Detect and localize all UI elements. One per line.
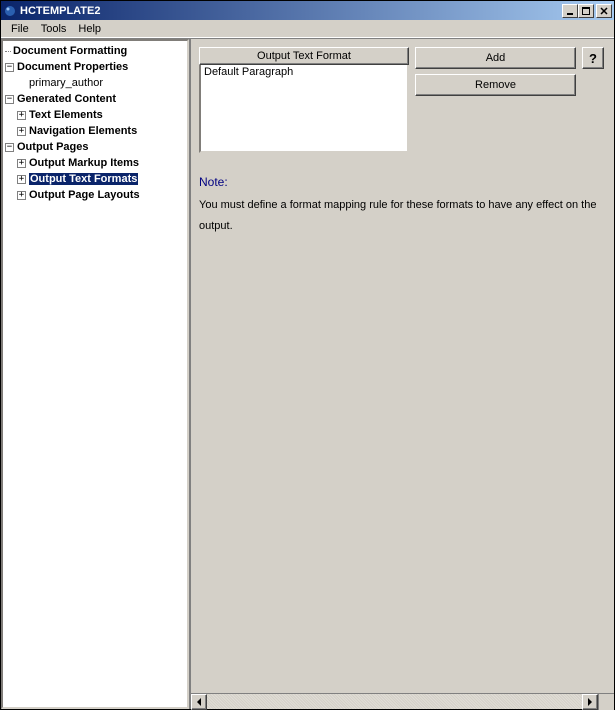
maximize-button[interactable] bbox=[578, 4, 594, 18]
minimize-button[interactable] bbox=[562, 4, 578, 18]
resize-grip[interactable] bbox=[598, 694, 614, 710]
tree-item-output-page-layouts[interactable]: + Output Page Layouts bbox=[3, 187, 187, 203]
tree-item-primary-author[interactable]: primary_author bbox=[3, 75, 187, 91]
tree-item-output-markup-items[interactable]: + Output Markup Items bbox=[3, 155, 187, 171]
menubar: File Tools Help bbox=[1, 20, 614, 38]
tree-item-generated-content[interactable]: − Generated Content bbox=[3, 91, 187, 107]
tree-label: Document Formatting bbox=[13, 45, 127, 57]
tree-label: primary_author bbox=[29, 77, 103, 89]
window-buttons bbox=[562, 4, 612, 18]
window-title: HCTEMPLATE2 bbox=[20, 5, 562, 17]
tree-item-navigation-elements[interactable]: + Navigation Elements bbox=[3, 123, 187, 139]
tree-label: Output Pages bbox=[17, 141, 89, 153]
scroll-right-button[interactable] bbox=[582, 694, 598, 710]
list-body[interactable]: Default Paragraph bbox=[199, 65, 409, 153]
expand-icon[interactable]: + bbox=[17, 159, 26, 168]
app-icon bbox=[3, 4, 17, 18]
menu-file[interactable]: File bbox=[5, 21, 35, 37]
tree-item-text-elements[interactable]: + Text Elements bbox=[3, 107, 187, 123]
menu-help[interactable]: Help bbox=[72, 21, 107, 37]
scroll-left-button[interactable] bbox=[191, 694, 207, 710]
content-pane: Output Text Format Default Paragraph Add… bbox=[191, 39, 614, 709]
horizontal-scrollbar[interactable] bbox=[191, 693, 614, 709]
tree-label: Text Elements bbox=[29, 109, 103, 121]
collapse-icon[interactable]: − bbox=[5, 63, 14, 72]
expand-icon[interactable]: + bbox=[17, 127, 26, 136]
note-block: Note: You must define a format mapping r… bbox=[199, 175, 604, 237]
collapse-icon[interactable]: − bbox=[5, 143, 14, 152]
body-area: Document Formatting − Document Propertie… bbox=[1, 38, 614, 709]
close-button[interactable] bbox=[596, 4, 612, 18]
collapse-icon[interactable]: − bbox=[5, 95, 14, 104]
tree-item-document-properties[interactable]: − Document Properties bbox=[3, 59, 187, 75]
tree-label: Output Page Layouts bbox=[29, 189, 140, 201]
format-list: Output Text Format Default Paragraph bbox=[199, 47, 409, 153]
tree-label: Generated Content bbox=[17, 93, 116, 105]
tree-view[interactable]: Document Formatting − Document Propertie… bbox=[1, 39, 189, 709]
tree-item-output-pages[interactable]: − Output Pages bbox=[3, 139, 187, 155]
remove-button[interactable]: Remove bbox=[415, 74, 576, 96]
help-button[interactable]: ? bbox=[582, 47, 604, 69]
titlebar: HCTEMPLATE2 bbox=[1, 1, 614, 20]
tree-item-document-formatting[interactable]: Document Formatting bbox=[3, 43, 187, 59]
tree-label: Output Text Formats bbox=[29, 173, 138, 185]
tree-label: Navigation Elements bbox=[29, 125, 137, 137]
menu-tools[interactable]: Tools bbox=[35, 21, 73, 37]
expand-icon[interactable]: + bbox=[17, 111, 26, 120]
add-button[interactable]: Add bbox=[415, 47, 576, 69]
list-item[interactable]: Default Paragraph bbox=[201, 65, 407, 80]
expand-icon[interactable]: + bbox=[17, 175, 26, 184]
tree-label: Document Properties bbox=[17, 61, 128, 73]
tree-label: Output Markup Items bbox=[29, 157, 139, 169]
scroll-track[interactable] bbox=[207, 694, 582, 709]
note-label: Note: bbox=[199, 175, 604, 189]
expand-icon[interactable]: + bbox=[17, 191, 26, 200]
sidebar: Document Formatting − Document Propertie… bbox=[1, 39, 191, 709]
list-column-header[interactable]: Output Text Format bbox=[199, 47, 409, 65]
tree-item-output-text-formats[interactable]: + Output Text Formats bbox=[3, 171, 187, 187]
app-window: HCTEMPLATE2 File Tools Help Document For… bbox=[0, 0, 615, 710]
note-text: You must define a format mapping rule fo… bbox=[199, 195, 604, 237]
